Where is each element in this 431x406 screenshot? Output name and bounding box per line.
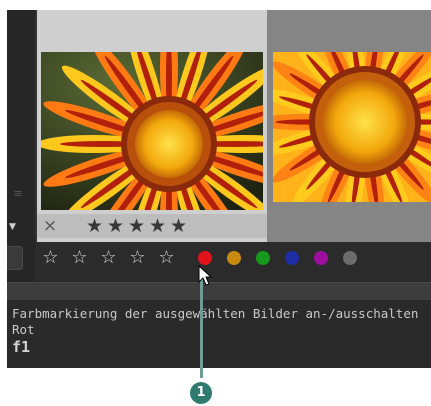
tooltip-shortcut: f1 — [12, 338, 31, 356]
color-label-red-button[interactable] — [198, 251, 212, 265]
panel-resize-handle-icon[interactable]: ≡ — [12, 188, 24, 200]
thumbnail-rating: ★ ★ ★ ★ ★ — [85, 215, 188, 237]
panel-collapse-arrow-icon[interactable]: ▼ — [9, 222, 21, 232]
status-bar — [7, 282, 431, 301]
lighttable-window: ≡ ▼ × ★ ★ ★ ★ ★ ☆ ☆ ☆ ☆ ☆ Farbmarkierung… — [7, 10, 431, 368]
star-1-icon[interactable]: ★ — [85, 215, 104, 237]
color-label-yellow-button[interactable] — [227, 251, 241, 265]
flower-image — [41, 52, 263, 210]
flower-image-2 — [273, 52, 431, 202]
toolbar-star-3-icon[interactable]: ☆ — [97, 246, 120, 270]
left-panel: ≡ ▼ — [7, 10, 35, 300]
callout-leader-line — [200, 272, 203, 378]
toolbar-star-1-icon[interactable]: ☆ — [39, 246, 62, 270]
callout-number-badge: 1 — [190, 382, 212, 404]
mouse-pointer-icon — [198, 265, 213, 286]
toolbar-star-5-icon[interactable]: ☆ — [155, 246, 178, 270]
rating-color-toolbar: ☆ ☆ ☆ ☆ ☆ — [35, 242, 431, 282]
star-3-icon[interactable]: ★ — [127, 215, 146, 237]
color-label-green-button[interactable] — [256, 251, 270, 265]
thumbnail-selected[interactable]: × ★ ★ ★ ★ ★ — [37, 10, 267, 242]
star-2-icon[interactable]: ★ — [106, 215, 125, 237]
toolbar-star-4-icon[interactable]: ☆ — [126, 246, 149, 270]
color-label-buttons — [198, 251, 357, 265]
reject-icon[interactable]: × — [41, 216, 59, 236]
star-5-icon[interactable]: ★ — [169, 215, 188, 237]
thumbnail-info-bar: × ★ ★ ★ ★ ★ — [37, 214, 267, 238]
color-label-gray-button[interactable] — [343, 251, 357, 265]
tooltip: Farbmarkierung der ausgewählten Bilder a… — [7, 300, 431, 368]
thumbnail-2[interactable] — [267, 10, 431, 242]
tooltip-label-name: Rot — [12, 322, 35, 337]
color-label-blue-button[interactable] — [285, 251, 299, 265]
star-4-icon[interactable]: ★ — [148, 215, 167, 237]
tooltip-description: Farbmarkierung der ausgewählten Bilder a… — [12, 306, 419, 321]
toolbar-star-2-icon[interactable]: ☆ — [68, 246, 91, 270]
color-label-purple-button[interactable] — [314, 251, 328, 265]
panel-toggle-box[interactable] — [7, 246, 23, 270]
toolbar-star-rating: ☆ ☆ ☆ ☆ ☆ — [39, 246, 178, 270]
